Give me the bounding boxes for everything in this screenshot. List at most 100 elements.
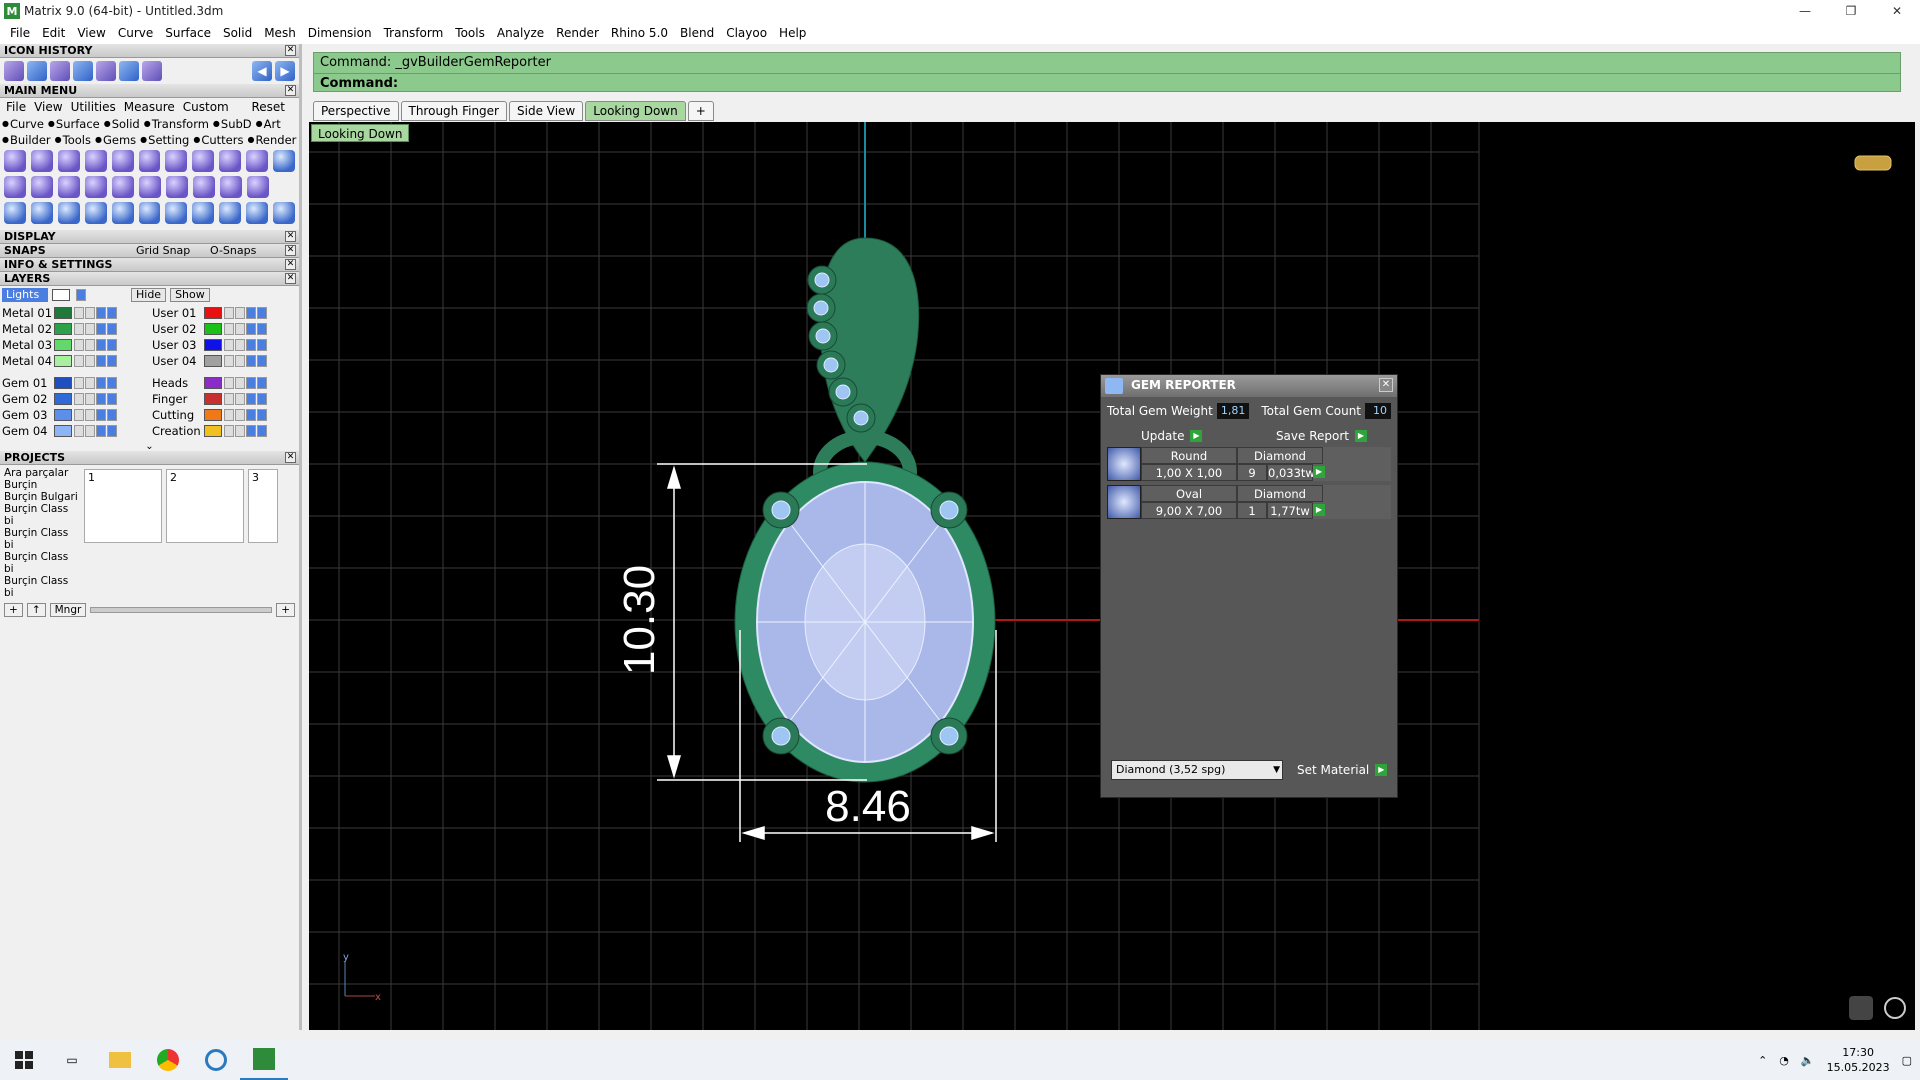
cat-setting[interactable]: Setting — [140, 133, 189, 147]
cat-subd[interactable]: SubD — [213, 117, 252, 131]
system-clock[interactable]: 17:30 15.05.2023 — [1827, 1045, 1890, 1075]
main-menu-view[interactable]: View — [30, 100, 66, 114]
cat-builder[interactable]: Builder — [2, 133, 51, 147]
close-icon[interactable]: ✕ — [1379, 378, 1393, 392]
lock-icon[interactable] — [85, 323, 95, 335]
layer-row[interactable]: Metal 02 — [2, 321, 146, 337]
projects-header[interactable]: PROJECTS ✕ — [0, 451, 299, 465]
layer-row[interactable]: User 01 — [152, 305, 296, 321]
ring-preview-icon[interactable] — [1854, 155, 1892, 171]
lights-layer[interactable]: Lights — [2, 288, 48, 302]
lock-icon[interactable] — [235, 323, 245, 335]
layer-row[interactable]: Cutting — [152, 407, 296, 423]
layer-toggle-icon[interactable] — [107, 307, 117, 319]
layer-row[interactable]: Finger — [152, 391, 296, 407]
layer-color-swatch[interactable] — [204, 425, 222, 437]
layer-expand-icon[interactable] — [74, 425, 84, 437]
up-button[interactable]: ↑ — [26, 603, 46, 617]
close-button[interactable]: ✕ — [1874, 0, 1920, 22]
main-menu-utilities[interactable]: Utilities — [67, 100, 120, 114]
lock-icon[interactable] — [85, 355, 95, 367]
layer-toggle-icon[interactable] — [257, 355, 267, 367]
lock-icon[interactable] — [235, 425, 245, 437]
circle-icon[interactable] — [273, 202, 295, 224]
menu-rhino[interactable]: Rhino 5.0 — [605, 22, 674, 44]
layer-expand-icon[interactable] — [224, 307, 234, 319]
visibility-icon[interactable] — [96, 393, 106, 405]
layer-row[interactable]: User 03 — [152, 337, 296, 353]
icon-history-header[interactable]: ICON HISTORY ✕ — [0, 44, 299, 58]
project-list[interactable]: Ara parçalar Burçin Burçin Bulgari Burçin C… — [0, 465, 82, 601]
layer-color-swatch[interactable] — [204, 355, 222, 367]
menu-clayoo[interactable]: Clayoo — [720, 22, 773, 44]
add-viewport-button[interactable]: + — [687, 101, 714, 121]
close-icon[interactable]: ✕ — [285, 273, 296, 284]
tool-icon[interactable] — [219, 150, 242, 172]
layer-expand-icon[interactable] — [74, 307, 84, 319]
browser-icon[interactable] — [192, 1040, 240, 1080]
update-button[interactable]: Update ▶ — [1141, 429, 1203, 443]
visibility-icon[interactable] — [246, 425, 256, 437]
close-icon[interactable]: ✕ — [285, 259, 296, 270]
project-list-item[interactable]: Burçin Class bi — [4, 503, 78, 527]
main-menu-custom[interactable]: Custom — [179, 100, 233, 114]
network-icon[interactable]: ◔ — [1779, 1054, 1789, 1067]
tool-icon[interactable] — [165, 150, 188, 172]
command-input[interactable]: Command: — [314, 73, 1900, 93]
layer-toggle-icon[interactable] — [257, 409, 267, 421]
layer-color-swatch[interactable] — [54, 339, 72, 351]
viewport-label[interactable]: Looking Down — [311, 124, 410, 142]
gem-row[interactable]: Oval Diamond 9,00 X 7,00 1 1,77tw ▶ — [1107, 485, 1391, 519]
layer-toggle-icon[interactable] — [107, 393, 117, 405]
menu-dimension[interactable]: Dimension — [302, 22, 378, 44]
project-list-item[interactable]: Burçin Class bi — [4, 527, 78, 551]
chrome-icon[interactable] — [144, 1040, 192, 1080]
layer-row[interactable]: Creation — [152, 423, 296, 439]
tool-icon[interactable] — [273, 150, 295, 172]
file-explorer-icon[interactable] — [96, 1040, 144, 1080]
history-tool-icon[interactable] — [4, 61, 24, 81]
tool-icon[interactable] — [138, 202, 161, 224]
tool-icon[interactable] — [85, 176, 107, 198]
notifications-icon[interactable]: ▢ — [1902, 1054, 1912, 1067]
layer-expand-icon[interactable] — [224, 323, 234, 335]
tool-icon[interactable] — [193, 176, 215, 198]
layer-row[interactable]: Gem 01 — [2, 375, 146, 391]
visibility-icon[interactable] — [96, 425, 106, 437]
visibility-icon[interactable] — [246, 355, 256, 367]
add-button[interactable]: + — [276, 603, 295, 617]
tool-icon[interactable] — [57, 202, 80, 224]
tool-icon[interactable] — [84, 202, 107, 224]
cat-curve[interactable]: Curve — [2, 117, 44, 131]
lock-icon[interactable] — [85, 377, 95, 389]
visibility-icon[interactable] — [246, 307, 256, 319]
visibility-icon[interactable] — [96, 307, 106, 319]
layer-color-swatch[interactable] — [54, 409, 72, 421]
tool-icon[interactable] — [246, 150, 269, 172]
history-tool-icon[interactable] — [27, 61, 47, 81]
layer-color-swatch[interactable] — [54, 323, 72, 335]
lock-icon[interactable] — [235, 307, 245, 319]
dimension-horizontal[interactable]: 8.46 — [825, 782, 911, 831]
project-list-item[interactable]: Ara parçalar — [4, 467, 78, 479]
layer-expand-icon[interactable] — [224, 339, 234, 351]
arrow-left-icon[interactable]: ◀ — [252, 61, 272, 81]
tool-icon[interactable] — [192, 150, 215, 172]
tool-icon[interactable] — [247, 176, 269, 198]
close-icon[interactable]: ✕ — [285, 231, 296, 242]
layer-row[interactable]: User 04 — [152, 353, 296, 369]
close-icon[interactable]: ✕ — [285, 452, 296, 463]
layer-expand-icon[interactable] — [224, 377, 234, 389]
set-material-button[interactable]: Set Material ▶ — [1297, 763, 1388, 777]
viewport-looking-down[interactable]: 10.30 8.46 y x Looking Down GEM REPORTER… — [309, 122, 1915, 1030]
layer-expand-icon[interactable] — [74, 323, 84, 335]
cat-cutters[interactable]: Cutters — [193, 133, 243, 147]
layer-expand-icon[interactable] — [224, 409, 234, 421]
cat-render[interactable]: Render — [247, 133, 296, 147]
tab-side-view[interactable]: Side View — [509, 101, 584, 121]
layer-toggle-icon[interactable] — [107, 425, 117, 437]
tool-icon[interactable] — [246, 202, 269, 224]
project-list-item[interactable]: Burçin Class bi — [4, 575, 78, 599]
menu-solid[interactable]: Solid — [217, 22, 258, 44]
history-tool-icon[interactable] — [96, 61, 116, 81]
